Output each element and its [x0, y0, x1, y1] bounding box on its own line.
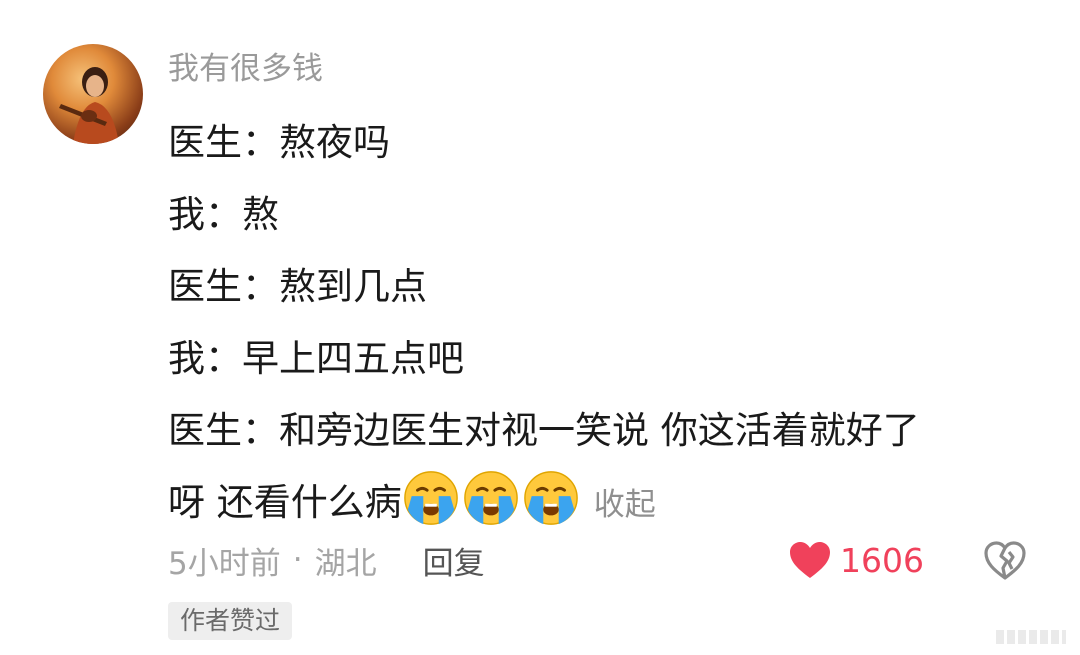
comment-line-text: 呀 还看什么病 [168, 481, 402, 524]
author-liked-badge: 作者赞过 [168, 602, 293, 640]
username[interactable]: 我有很多钱 [168, 47, 323, 91]
comment-meta: 5小时前 · 湖北 回复 [168, 536, 485, 584]
comment-line: 医生：和旁边医生对视一笑说 你这活着就好了 [168, 409, 920, 452]
collapse-link[interactable]: 收起 [594, 487, 656, 523]
comment-line: 医生：熬夜吗 [168, 121, 390, 164]
avatar-image [59, 67, 119, 144]
location: 湖北 [314, 545, 377, 582]
comment-line: 我：熬 [168, 193, 279, 236]
meta-separator: · [292, 542, 303, 578]
heart-icon [790, 542, 830, 578]
timestamp: 5小时前 [168, 545, 281, 582]
like-count: 1606 [840, 540, 924, 580]
comment-line: 医生：熬到几点 [168, 265, 427, 308]
loudly-crying-face-icon [463, 471, 518, 525]
broken-heart-icon[interactable] [982, 537, 1028, 583]
watermark [996, 630, 1066, 644]
comment-body: 医生：熬夜吗 我：熬 医生：熬到几点 我：早上四五点吧 医生：和旁边医生对视一笑… [168, 107, 1028, 541]
comment-line: 我：早上四五点吧 [168, 337, 464, 380]
loudly-crying-face-icon [403, 471, 458, 525]
avatar[interactable] [43, 44, 143, 144]
comment-line-last: 呀 还看什么病 收起 [168, 467, 1028, 541]
reply-button[interactable]: 回复 [423, 538, 485, 583]
like-button[interactable]: 1606 [788, 536, 924, 584]
loudly-crying-face-icon [523, 471, 578, 525]
comment-card: 我有很多钱 医生：熬夜吗 我：熬 医生：熬到几点 我：早上四五点吧 医生：和旁边… [0, 0, 1080, 655]
